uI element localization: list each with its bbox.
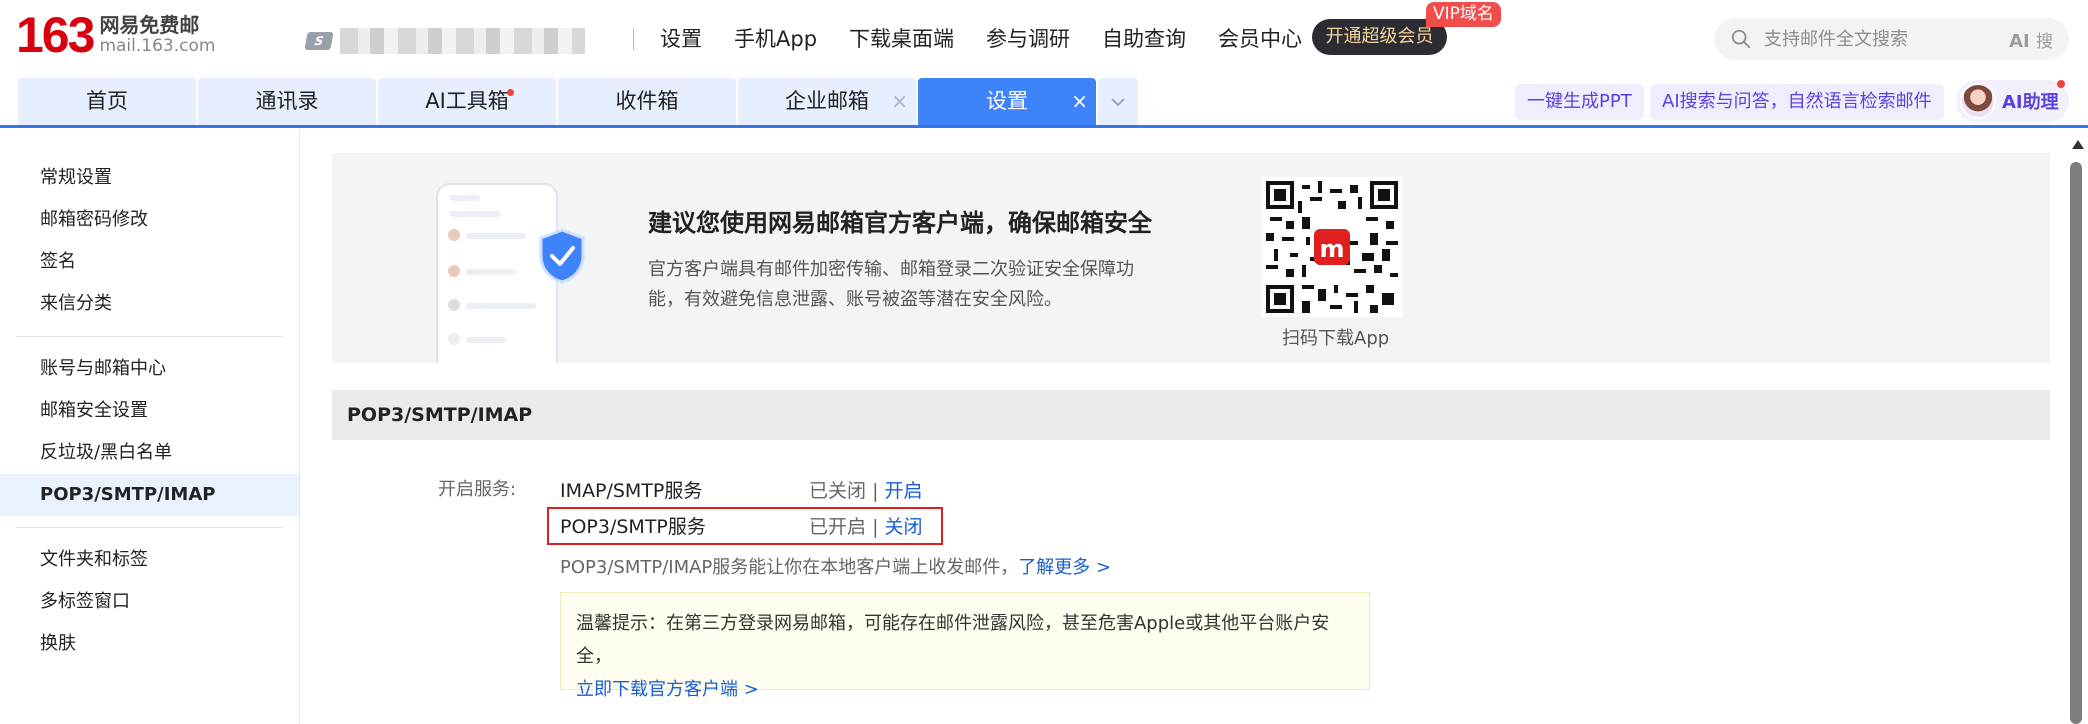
imap-status-text: 已关闭 (809, 480, 867, 502)
sidebar-item-skin[interactable]: 换肤 (0, 623, 299, 665)
close-icon[interactable]: × (1071, 78, 1088, 125)
header-divider (633, 28, 634, 50)
sidebar-item-password[interactable]: 邮箱密码修改 (0, 199, 299, 241)
generate-ppt-button[interactable]: 一键生成PPT (1515, 84, 1644, 120)
qr-caption: 扫码下载App (1282, 328, 1390, 349)
account-name-blurred (340, 28, 585, 54)
tab-inbox[interactable]: 收件箱 (558, 78, 736, 125)
separator: | (872, 480, 879, 502)
separator: | (872, 516, 879, 538)
tab-ai-toolbox[interactable]: AI工具箱 (378, 78, 556, 125)
vip-domain-tag[interactable]: VIP域名 (1426, 2, 1501, 27)
tabs: 首页 通讯录 AI工具箱 收件箱 企业邮箱 × 设置 × (18, 78, 1138, 125)
tab-contacts[interactable]: 通讯录 (198, 78, 376, 125)
service-description: POP3/SMTP/IMAP服务能让你在本地客户端上收发邮件，了解更多 > (560, 557, 1112, 578)
ai-assistant-label: AI助理 (2002, 92, 2059, 113)
banner-title: 建议您使用网易邮箱官方客户端，确保邮箱安全 (648, 209, 1152, 237)
service-label: 开启服务: (438, 479, 517, 500)
nav-member-center[interactable]: 会员中心 (1218, 24, 1302, 54)
nav-mobile-app[interactable]: 手机App (734, 24, 817, 54)
enable-imap-link[interactable]: 开启 (885, 480, 923, 502)
notification-dot-icon (2056, 80, 2065, 88)
download-client-link[interactable]: 立即下载官方客户端 > (576, 679, 759, 700)
sidebar-item-general[interactable]: 常规设置 (0, 157, 299, 199)
section-title: POP3/SMTP/IMAP (332, 390, 2050, 440)
tab-enterprise-mail[interactable]: 企业邮箱 × (738, 78, 916, 125)
logo-en: mail.163.com (99, 35, 216, 56)
tab-home[interactable]: 首页 (18, 78, 196, 125)
sidebar-item-security[interactable]: 邮箱安全设置 (0, 390, 299, 432)
learn-more-link[interactable]: 了解更多 > (1018, 557, 1111, 578)
imap-service-status: 已关闭 | 开启 (809, 476, 923, 503)
search-icon (1731, 29, 1751, 49)
divider (16, 336, 283, 337)
shield-check-icon (539, 228, 585, 284)
logo[interactable]: 163 网易免费邮 mail.163.com (16, 10, 215, 60)
pop3-service-name: POP3/SMTP服务 (560, 516, 706, 538)
ai-search-button[interactable]: AI 搜 (2009, 27, 2053, 52)
sidebar-item-multi-tab[interactable]: 多标签窗口 (0, 581, 299, 623)
nav-self-service[interactable]: 自助查询 (1102, 24, 1186, 54)
tab-bar: 首页 通讯录 AI工具箱 收件箱 企业邮箱 × 设置 × 一键生成PPT AI搜索与… (0, 78, 2088, 128)
banner-description: 官方客户端具有邮件加密传输、邮箱登录二次验证安全保障功能，有效避免信息泄露、账号… (648, 259, 1134, 310)
sidebar-item-signature[interactable]: 签名 (0, 241, 299, 283)
settings-sidebar: 常规设置 邮箱密码修改 签名 来信分类 账号与邮箱中心 邮箱安全设置 反垃圾/黑… (0, 131, 300, 724)
top-header: 163 网易免费邮 mail.163.com S 设置 手机App 下载桌面端 … (0, 0, 2088, 78)
warning-tip-box: 温馨提示：在第三方登录网易邮箱，可能存在邮件泄露风险，甚至危害Apple或其他平… (560, 592, 1370, 700)
divider (16, 527, 283, 528)
account-info[interactable]: S (304, 28, 585, 54)
sidebar-item-mail-rules[interactable]: 来信分类 (0, 283, 299, 325)
logo-number: 163 (16, 7, 95, 63)
client-promo-banner: 建议您使用网易邮箱官方客户端，确保邮箱安全 官方客户端具有邮件加密传输、邮箱登录… (332, 153, 2050, 363)
pop3-status-text: 已开启 (809, 516, 867, 538)
chevron-down-icon (1111, 97, 1125, 106)
nav-survey[interactable]: 参与调研 (986, 24, 1070, 54)
sidebar-item-folders-tags[interactable]: 文件夹和标签 (0, 539, 299, 581)
sidebar-item-pop3-smtp-imap[interactable]: POP3/SMTP/IMAP (0, 474, 299, 516)
imap-service-name: IMAP/SMTP服务 (560, 480, 703, 502)
tab-more-button[interactable] (1098, 78, 1138, 125)
tip-text: 温馨提示：在第三方登录网易邮箱，可能存在邮件泄露风险，甚至危害Apple或其他平… (576, 613, 1330, 667)
tab-settings[interactable]: 设置 × (918, 78, 1096, 125)
account-badge-icon: S (304, 32, 334, 50)
svg-text:m: m (1319, 235, 1344, 263)
sidebar-item-account-center[interactable]: 账号与邮箱中心 (0, 348, 299, 390)
ai-search-suffix: 搜 (2036, 31, 2053, 52)
ai-search-label: AI (2009, 30, 2030, 52)
search-input[interactable] (1764, 28, 1994, 50)
scroll-up-arrow-icon[interactable] (2072, 140, 2084, 149)
search-box[interactable]: AI 搜 (1714, 18, 2069, 60)
scrollbar-thumb[interactable] (2070, 162, 2082, 724)
logo-cn: 网易免费邮 (99, 12, 200, 37)
ai-search-qa-button[interactable]: AI搜索与问答，自然语言检索邮件 (1650, 84, 1944, 120)
nav-desktop-download[interactable]: 下载桌面端 (849, 24, 954, 54)
avatar (1960, 83, 1996, 119)
close-icon[interactable]: × (891, 78, 908, 125)
top-nav: 设置 手机App 下载桌面端 参与调研 自助查询 会员中心 (660, 24, 1302, 54)
pop3-service-status: 已开启 | 关闭 (809, 512, 923, 539)
new-dot-icon (507, 89, 514, 96)
sidebar-item-antispam[interactable]: 反垃圾/黑白名单 (0, 432, 299, 474)
qr-code-icon: m (1262, 177, 1402, 317)
nav-settings[interactable]: 设置 (660, 24, 702, 54)
disable-pop3-link[interactable]: 关闭 (885, 516, 923, 538)
ai-assistant-button[interactable]: AI助理 (1956, 80, 2069, 122)
